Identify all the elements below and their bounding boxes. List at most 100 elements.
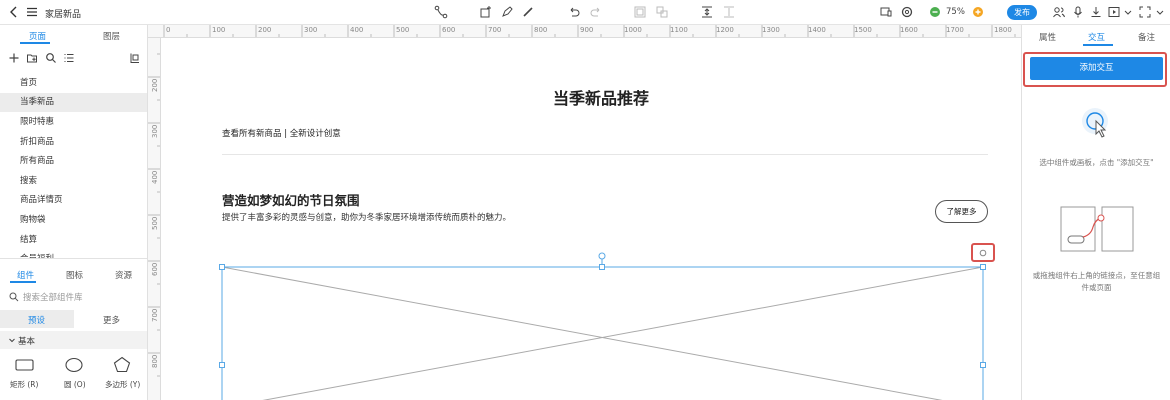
group-basic-label[interactable]: 基本 [18, 335, 35, 347]
subtab-more[interactable]: 更多 [103, 314, 120, 326]
group-icon[interactable] [633, 5, 647, 19]
page-item[interactable]: 所有商品 [0, 152, 147, 171]
tab-underline [1083, 44, 1113, 46]
left-panel: 页面 图层 首页 当季新品 限时特惠 折扣商品 所有商品 搜索 商品详情页 购物… [0, 25, 148, 400]
ruler-label: 300 [151, 124, 159, 138]
chevron-down-icon[interactable] [7, 335, 17, 345]
ruler-label: 1600 [900, 26, 918, 34]
ruler-label: 600 [151, 262, 159, 276]
page-item[interactable]: 搜索 [0, 172, 147, 191]
ruler-label: 200 [258, 26, 272, 34]
tab-layers[interactable]: 图层 [103, 30, 120, 42]
page-item[interactable]: 商品详情页 [0, 191, 147, 210]
page-item[interactable]: 折扣商品 [0, 133, 147, 152]
settings-icon[interactable] [900, 5, 914, 19]
search-icon[interactable] [45, 52, 57, 64]
tab-underline [20, 42, 50, 44]
shape-label: 多边形 (Y) [105, 380, 141, 389]
document-title[interactable]: 家居新品 [45, 7, 81, 20]
ruler-label: 200 [151, 78, 159, 92]
align-vertical-icon[interactable] [700, 5, 714, 19]
add-folder-icon[interactable] [26, 52, 38, 64]
ruler-label: 1300 [762, 26, 780, 34]
distribute-icon[interactable] [722, 5, 736, 19]
polygon-shape-icon[interactable] [113, 356, 131, 373]
download-icon[interactable] [1089, 5, 1103, 19]
tab-interactions[interactable]: 交互 [1088, 31, 1105, 43]
ruler-label: 700 [151, 308, 159, 322]
zoom-in-icon[interactable] [971, 5, 985, 19]
tab-pages[interactable]: 页面 [29, 30, 46, 42]
chevron-down-icon[interactable] [1121, 5, 1135, 19]
device-preview-icon[interactable] [879, 5, 893, 19]
rectangle-shape-icon[interactable] [15, 358, 35, 372]
ruler-label: 1200 [716, 26, 734, 34]
hint-drag-text: 或拖拽组件右上角的链接点，至任意组件或页面 [1032, 271, 1161, 292]
publish-button[interactable]: 发布 [1007, 5, 1037, 20]
tab-icons[interactable]: 图标 [66, 269, 83, 281]
ruler-label: 500 [396, 26, 410, 34]
ruler-label: 800 [534, 26, 548, 34]
tab-components[interactable]: 组件 [17, 269, 34, 281]
horizontal-ruler: 0 100 200 300 400 500 600 700 800 900 10… [148, 25, 1021, 38]
add-artboard-icon[interactable] [479, 5, 493, 19]
add-page-icon[interactable] [8, 52, 20, 64]
connector-tool-icon[interactable] [434, 5, 448, 19]
tab-resources[interactable]: 资源 [115, 269, 132, 281]
ruler-label: 600 [442, 26, 456, 34]
link-point-highlight[interactable] [971, 243, 995, 262]
ruler-label: 800 [151, 354, 159, 368]
microphone-icon[interactable] [1071, 5, 1085, 19]
redo-icon[interactable] [589, 5, 603, 19]
hint-select-text: 选中组件或画板，点击 "添加交互" [1039, 158, 1154, 167]
page-item[interactable]: 会员福利 [0, 250, 147, 258]
page-list-clip: 会员福利 [0, 250, 147, 258]
circle-shape-icon[interactable] [64, 357, 84, 373]
select-cursor-icon [1079, 106, 1113, 140]
page-item[interactable]: 结算 [0, 231, 147, 250]
zoom-level[interactable]: 75% [946, 7, 965, 17]
ruler-label: 300 [304, 26, 318, 34]
ruler-label: 900 [580, 26, 594, 34]
collaborators-icon[interactable] [1052, 5, 1066, 19]
ruler-label: 0 [166, 26, 171, 34]
zoom-out-icon[interactable] [928, 5, 942, 19]
ruler-label: 1000 [624, 26, 642, 34]
chevron-down-icon[interactable] [1153, 5, 1167, 19]
divider [0, 258, 147, 259]
pencil-tool-icon[interactable] [521, 5, 535, 19]
ruler-label: 1500 [854, 26, 872, 34]
undo-icon[interactable] [567, 5, 581, 19]
component-search-input[interactable]: 搜索全部组件库 [23, 291, 83, 303]
design-canvas[interactable]: 当季新品推荐 查看所有新商品 | 全新设计创意 营造如梦如幻的节日氛围 提供了丰… [161, 38, 1021, 400]
tab-properties[interactable]: 属性 [1039, 31, 1056, 43]
page-settings-icon[interactable] [129, 52, 141, 64]
tab-notes[interactable]: 备注 [1138, 31, 1155, 43]
ruler-label: 100 [212, 26, 226, 34]
ruler-label: 500 [151, 216, 159, 230]
sort-list-icon[interactable] [63, 52, 75, 64]
image-placeholder[interactable] [161, 38, 1021, 400]
right-panel: 属性 交互 备注 添加交互 选中组件或画板，点击 "添加交互" 或拖拽组件右上角… [1021, 25, 1170, 400]
add-interaction-button[interactable]: 添加交互 [1030, 57, 1163, 80]
page-item[interactable]: 首页 [0, 74, 147, 93]
ungroup-icon[interactable] [655, 5, 669, 19]
vertical-ruler: 200 300 400 500 600 700 800 [148, 38, 161, 400]
page-item[interactable]: 限时特惠 [0, 113, 147, 132]
ruler-label: 1700 [946, 26, 964, 34]
fullscreen-icon[interactable] [1138, 5, 1152, 19]
page-item[interactable]: 购物袋 [0, 211, 147, 230]
shape-label: 矩形 (R) [10, 380, 39, 389]
ruler-label: 400 [151, 170, 159, 184]
subtab-presets[interactable]: 预设 [28, 314, 45, 326]
drag-link-illustration [1059, 205, 1135, 253]
play-preview-icon[interactable] [1107, 5, 1121, 19]
ruler-label: 1400 [808, 26, 826, 34]
back-chevron-icon[interactable] [7, 5, 21, 19]
menu-icon[interactable] [25, 5, 39, 19]
page-item-selected[interactable]: 当季新品 [0, 93, 147, 112]
ruler-label: 1100 [670, 26, 688, 34]
tab-underline [10, 281, 36, 283]
ruler-label: 700 [488, 26, 502, 34]
pen-tool-icon[interactable] [500, 5, 514, 19]
